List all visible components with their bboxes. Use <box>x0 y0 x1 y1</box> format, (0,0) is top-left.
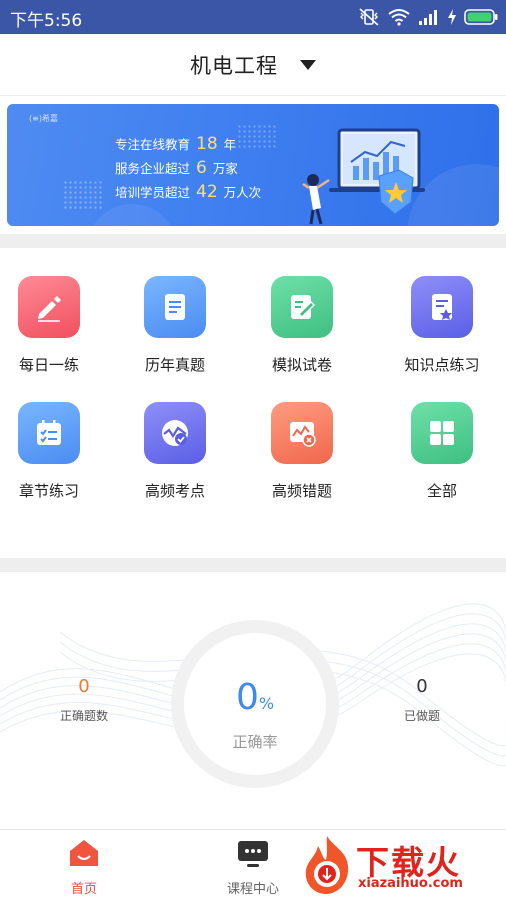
banner-line-1: 专注在线教育 18 年 <box>115 134 236 154</box>
banner-line-2: 服务企业超过 6 万家 <box>115 158 238 178</box>
banner-text: 万人次 <box>223 185 262 200</box>
flame-logo-icon <box>305 836 349 894</box>
tab-courses-label: 课程中心 <box>226 882 279 897</box>
stat-done-count: 0 已做题 <box>362 676 482 724</box>
battery-icon <box>464 9 498 25</box>
tile-label: 知识点练习 <box>404 356 480 374</box>
section-divider <box>0 234 506 248</box>
banner-text: 服务企业超过 <box>115 161 191 176</box>
tile-knowledge-practice[interactable]: 知识点练习 <box>382 248 502 374</box>
tile-label: 模拟试卷 <box>271 356 332 374</box>
tile-hot-topics[interactable]: 高频考点 <box>115 374 235 500</box>
tile-label: 高频考点 <box>144 482 205 500</box>
signal-icon <box>419 10 437 25</box>
tile-mock-exam[interactable]: 模拟试卷 <box>242 248 362 374</box>
status-bar: 下午5:56 <box>0 0 506 34</box>
correct-count-value: 0 <box>78 676 90 697</box>
tile-frequent-errors[interactable]: 高频错题 <box>242 374 362 500</box>
tab-home[interactable]: 首页 <box>24 830 144 900</box>
home-icon <box>70 840 98 866</box>
accuracy-ring: 0% 正确率 <box>171 620 339 788</box>
banner-illustration <box>302 128 425 225</box>
error-chart-icon <box>271 402 333 464</box>
tab-home-label: 首页 <box>70 882 97 897</box>
correct-count-label: 正确题数 <box>59 709 108 723</box>
accuracy-value-wrap: 0% <box>184 677 326 718</box>
pencil-icon <box>18 276 80 338</box>
promo-banner[interactable]: (≡)希嘉 专注在线教育 18 年 服务企业超过 6 万家 培训学员超过 42 … <box>7 104 499 226</box>
subject-selector[interactable]: 机电工程 <box>0 50 506 80</box>
banner-line-3: 培训学员超过 42 万人次 <box>115 182 261 202</box>
tile-daily-practice[interactable]: 每日一练 <box>0 248 109 374</box>
caret-down-icon[interactable] <box>300 60 316 70</box>
banner-brand: (≡)希嘉 <box>29 114 58 123</box>
course-screen-icon <box>238 841 268 867</box>
grid-icon <box>411 402 473 464</box>
banner-dots <box>237 124 277 148</box>
accuracy-unit: % <box>258 694 275 713</box>
stats-panel: 0 正确题数 0% 正确率 0 已做题 <box>0 572 506 826</box>
status-icons <box>358 7 498 27</box>
calendar-check-icon <box>18 402 80 464</box>
watermark: 下载火 xiazaihuo.com <box>298 834 504 898</box>
charging-icon <box>448 9 456 25</box>
tile-label: 章节练习 <box>18 482 79 500</box>
badge-doc-icon <box>411 276 473 338</box>
banner-dots <box>63 180 103 210</box>
banner-number: 42 <box>196 182 218 202</box>
tab-courses[interactable]: 课程中心 <box>193 830 313 900</box>
stat-correct-count: 0 正确题数 <box>24 676 144 724</box>
accuracy-label: 正确率 <box>232 733 278 751</box>
watermark-url: xiazaihuo.com <box>358 876 463 891</box>
banner-number: 6 <box>196 158 207 178</box>
done-count-label: 已做题 <box>403 709 440 723</box>
chart-check-icon <box>144 402 206 464</box>
banner-text: 万家 <box>212 161 238 176</box>
done-count-value: 0 <box>416 676 428 697</box>
banner-text: 年 <box>223 137 237 152</box>
banner-number: 18 <box>196 134 218 154</box>
tile-label: 每日一练 <box>18 356 79 374</box>
tile-label: 高频错题 <box>271 482 332 500</box>
document-icon <box>144 276 206 338</box>
accuracy-value: 0 <box>235 677 259 718</box>
status-time: 下午5:56 <box>10 11 83 31</box>
tile-past-exams[interactable]: 历年真题 <box>115 248 235 374</box>
edit-paper-icon <box>271 276 333 338</box>
tile-chapter-practice[interactable]: 章节练习 <box>0 374 109 500</box>
wifi-icon <box>388 9 410 26</box>
tile-all[interactable]: 全部 <box>382 374 502 500</box>
feature-grid: 每日一练 历年真题 模拟试卷 知识点练习 章节练习 高频考点 高频错题 全部 <box>0 248 506 556</box>
page-title: 机电工程 <box>190 54 278 78</box>
app-header: 机电工程 <box>0 34 506 96</box>
vibrate-off-icon <box>359 8 379 26</box>
banner-text: 专注在线教育 <box>115 137 191 152</box>
tile-label: 历年真题 <box>144 356 205 374</box>
banner-text: 培训学员超过 <box>115 185 191 200</box>
section-divider <box>0 558 506 572</box>
tile-label: 全部 <box>426 482 457 500</box>
